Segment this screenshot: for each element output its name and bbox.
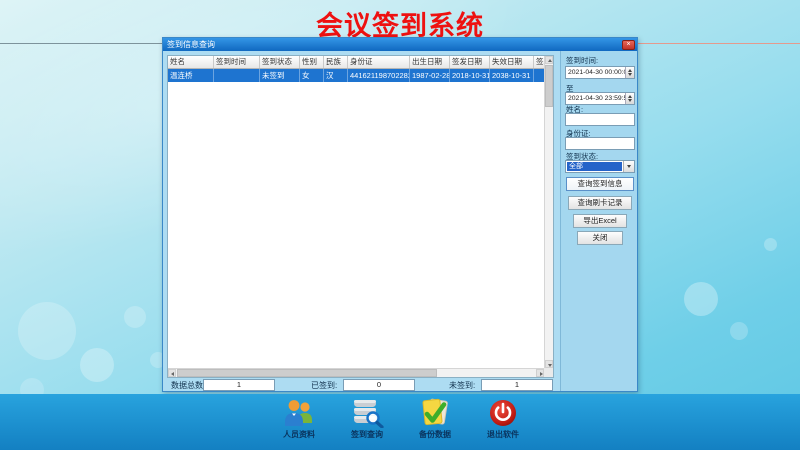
time-from-picker[interactable]: 2021-04-30 00:00:00 xyxy=(565,66,635,79)
vertical-scroll-thumb[interactable] xyxy=(545,65,553,107)
exit-software-button[interactable]: 退出软件 xyxy=(475,398,531,440)
column-header[interactable]: 性别 xyxy=(300,56,324,68)
bubble-decoration xyxy=(764,238,777,251)
cell-ethnicity: 汉 xyxy=(324,69,348,82)
scroll-left-icon[interactable] xyxy=(168,369,176,377)
column-header[interactable]: 民族 xyxy=(324,56,348,68)
total-count-label: 数据总数: xyxy=(171,379,205,392)
signed-count-field: 0 xyxy=(343,379,415,391)
database-search-icon xyxy=(349,398,385,428)
unsigned-count-field: 1 xyxy=(481,379,553,391)
cell-authority xyxy=(534,69,544,82)
scroll-down-icon[interactable] xyxy=(545,360,553,368)
bubble-decoration xyxy=(18,302,76,360)
status-selected-value: 全部 xyxy=(567,162,622,171)
query-records-button[interactable]: 查询刷卡记录 xyxy=(568,196,632,210)
column-header[interactable]: 签发机关 xyxy=(534,56,544,68)
horizontal-scroll-thumb[interactable] xyxy=(177,369,437,377)
bubble-decoration xyxy=(684,282,718,316)
column-header[interactable]: 出生日期 xyxy=(410,56,450,68)
cell-id-number: 441621198702282481 xyxy=(348,69,410,82)
spinner-icon[interactable] xyxy=(625,67,634,78)
cell-issue-date: 2018-10-31 xyxy=(450,69,490,82)
name-input[interactable] xyxy=(565,113,635,126)
query-checkin-button[interactable]: 查询签到信息 xyxy=(566,177,634,191)
export-excel-button[interactable]: 导出Excel xyxy=(573,214,627,228)
id-input[interactable] xyxy=(565,137,635,150)
column-header[interactable]: 失效日期 xyxy=(490,56,534,68)
divider-left xyxy=(0,43,163,44)
dock-item-label: 退出软件 xyxy=(475,429,531,440)
column-header[interactable]: 签到状态 xyxy=(260,56,300,68)
close-dialog-button[interactable]: 关闭 xyxy=(577,231,623,245)
dock: 人员资料 签到查询 备份数据 xyxy=(271,398,531,440)
table-header-row: 姓名 签到时间 签到状态 性别 民族 身份证 出生日期 签发日期 失效日期 签发… xyxy=(168,56,544,69)
query-panel: 签到时间: 2021-04-30 00:00:00 至 2021-04-30 2… xyxy=(560,51,637,391)
checkin-query-button[interactable]: 签到查询 xyxy=(339,398,395,440)
users-icon xyxy=(281,398,317,428)
personnel-data-button[interactable]: 人员资料 xyxy=(271,398,327,440)
column-header[interactable]: 签到时间 xyxy=(214,56,260,68)
checkin-table: 姓名 签到时间 签到状态 性别 民族 身份证 出生日期 签发日期 失效日期 签发… xyxy=(167,55,554,378)
cell-checkin-time xyxy=(214,69,260,82)
close-icon[interactable]: × xyxy=(622,40,635,50)
divider-right xyxy=(637,43,800,44)
cell-expiry-date: 2038-10-31 xyxy=(490,69,534,82)
dock-item-label: 人员资料 xyxy=(271,429,327,440)
backup-data-button[interactable]: 备份数据 xyxy=(407,398,463,440)
cell-birth-date: 1987-02-28 xyxy=(410,69,450,82)
cell-gender: 女 xyxy=(300,69,324,82)
horizontal-scrollbar[interactable] xyxy=(168,368,544,377)
table-row[interactable]: 温连桥 未签到 女 汉 441621198702282481 1987-02-2… xyxy=(168,69,544,82)
bubble-decoration xyxy=(730,322,748,340)
column-header[interactable]: 身份证 xyxy=(348,56,410,68)
taskbar: 人员资料 签到查询 备份数据 xyxy=(0,394,800,450)
checkin-time-label: 签到时间: xyxy=(566,55,598,66)
cell-checkin-status: 未签到 xyxy=(260,69,300,82)
dock-item-label: 备份数据 xyxy=(407,429,463,440)
column-header[interactable]: 签发日期 xyxy=(450,56,490,68)
scroll-up-icon[interactable] xyxy=(545,56,553,64)
unsigned-count-label: 未签到: xyxy=(449,379,475,392)
bubble-decoration xyxy=(80,348,114,382)
power-icon xyxy=(485,398,521,428)
signed-count-label: 已签到: xyxy=(311,379,337,392)
dialog-titlebar[interactable]: 签到信息查询 × xyxy=(163,38,637,51)
dock-item-label: 签到查询 xyxy=(339,429,395,440)
spinner-icon[interactable] xyxy=(625,93,634,104)
backup-check-icon xyxy=(417,398,453,428)
bubble-decoration xyxy=(124,306,146,328)
status-select[interactable]: 全部 xyxy=(565,160,635,173)
time-to-value: 2021-04-30 23:59:59 xyxy=(568,94,631,104)
cell-name: 温连桥 xyxy=(168,69,214,82)
column-header[interactable]: 姓名 xyxy=(168,56,214,68)
dialog-title: 签到信息查询 xyxy=(167,38,215,51)
checkin-query-dialog: 签到信息查询 × 姓名 签到时间 签到状态 性别 民族 身份证 出生日期 签发日… xyxy=(162,37,638,392)
total-count-field: 1 xyxy=(203,379,275,391)
chevron-down-icon[interactable] xyxy=(623,161,634,172)
time-from-value: 2021-04-30 00:00:00 xyxy=(568,68,631,78)
vertical-scrollbar[interactable] xyxy=(544,56,553,368)
scrollbar-corner xyxy=(544,368,553,377)
table-viewport: 姓名 签到时间 签到状态 性别 民族 身份证 出生日期 签发日期 失效日期 签发… xyxy=(168,56,544,368)
scroll-right-icon[interactable] xyxy=(536,369,544,377)
